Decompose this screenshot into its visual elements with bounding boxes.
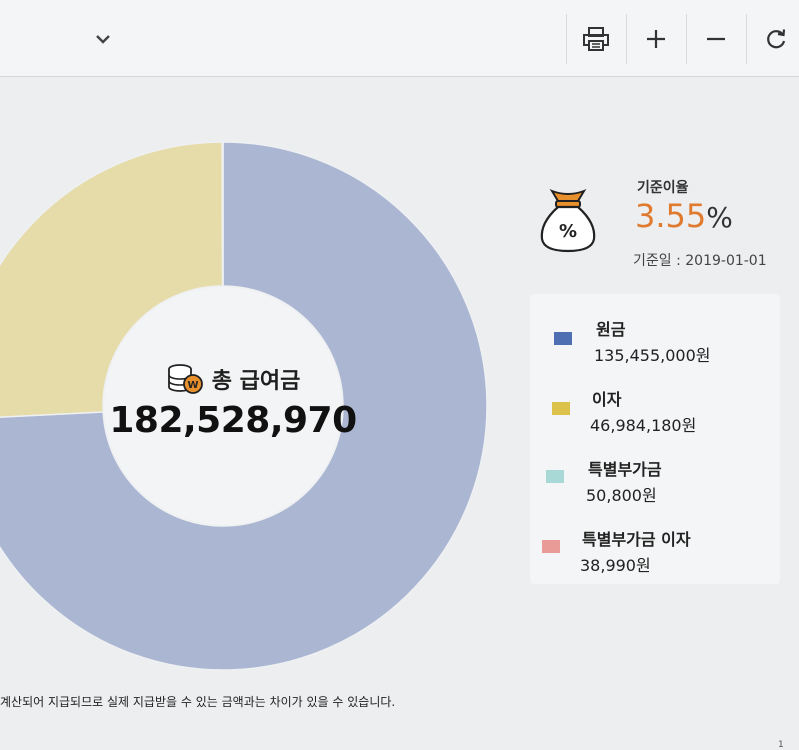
legend-item-special-charge: 특별부가금 50,800원 — [530, 456, 780, 516]
legend-value: 50,800원 — [586, 486, 657, 505]
plus-icon — [647, 30, 665, 48]
zoom-out-button[interactable] — [690, 16, 742, 62]
toolbar-divider — [626, 14, 627, 64]
total-title-text: 총 급여금 — [211, 369, 301, 394]
base-rate-number: 3.55 — [635, 197, 707, 235]
refresh-icon — [767, 29, 786, 49]
content-area: W 총 급여금 182,528,970 % 기준이율 3.55% 기준일 : 2… — [0, 77, 799, 750]
legend-value: 38,990원 — [580, 556, 651, 575]
legend-label: 원금 — [596, 320, 626, 339]
base-date: 기준일 : 2019-01-01 — [633, 253, 767, 269]
total-summary: W 총 급여금 182,528,970 — [104, 362, 362, 441]
base-rate-label: 기준이율 — [637, 180, 689, 196]
toolbar-divider — [566, 14, 567, 64]
coins-won-icon: W — [167, 364, 203, 394]
legend-swatch — [546, 470, 564, 483]
legend-item-interest: 이자 46,984,180원 — [530, 386, 780, 446]
legend-swatch — [542, 540, 560, 553]
total-title: W 총 급여금 — [104, 362, 362, 396]
money-bag-percent-icon: % — [540, 189, 596, 253]
printer-icon — [583, 27, 609, 51]
refresh-button[interactable] — [750, 16, 799, 62]
svg-text:W: W — [187, 380, 198, 391]
legend-swatch — [552, 402, 570, 415]
legend-label: 이자 — [592, 390, 622, 409]
base-rate-value: 3.55% — [635, 197, 733, 235]
legend-item-principal: 원금 135,455,000원 — [530, 316, 780, 376]
legend-value: 46,984,180원 — [590, 416, 697, 435]
base-rate-panel: % 기준이율 3.55% 기준일 : 2019-01-01 — [533, 177, 783, 277]
toolbar — [0, 0, 799, 77]
toolbar-divider — [686, 14, 687, 64]
disclaimer-text: 계산되어 지급되므로 실제 지급받을 수 있는 금액과는 차이가 있을 수 있습… — [0, 695, 396, 709]
base-rate-unit: % — [706, 201, 733, 234]
print-button[interactable] — [570, 16, 622, 62]
corner-indicator: 1 — [778, 740, 784, 750]
legend-label: 특별부가금 — [588, 460, 662, 479]
legend-label: 특별부가금 이자 — [582, 530, 691, 549]
total-amount: 182,528,970 — [109, 400, 357, 441]
legend-swatch — [554, 332, 572, 345]
zoom-in-button[interactable] — [630, 16, 682, 62]
svg-text:%: % — [559, 221, 577, 242]
legend-item-special-charge-interest: 특별부가금 이자 38,990원 — [530, 526, 780, 586]
chart-legend: 원금 135,455,000원 이자 46,984,180원 특별부가금 50,… — [530, 294, 780, 584]
legend-value: 135,455,000원 — [594, 346, 711, 365]
toolbar-divider — [746, 14, 747, 64]
minus-icon — [707, 37, 725, 41]
chevron-down-icon — [96, 35, 110, 44]
dropdown-toggle[interactable] — [88, 24, 118, 54]
